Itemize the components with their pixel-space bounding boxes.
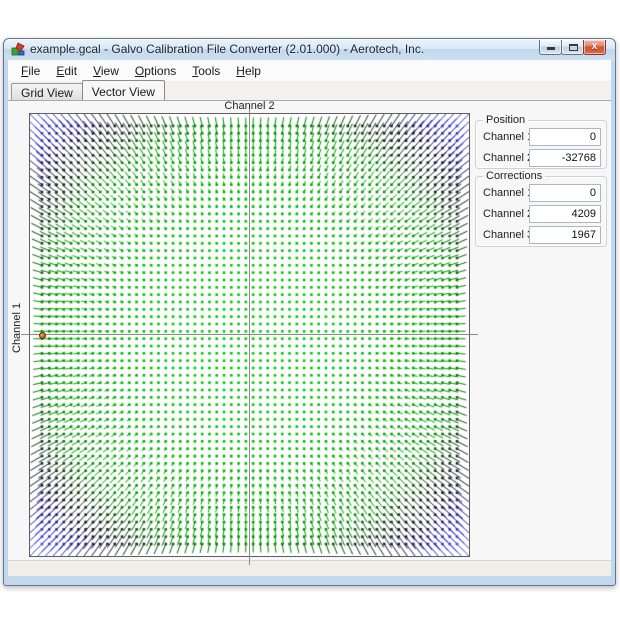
menu-file[interactable]: File (13, 62, 48, 80)
maximize-icon (569, 44, 578, 51)
y-axis-label: Channel 1 (11, 297, 25, 359)
status-strip (8, 560, 611, 576)
app-icon (11, 42, 25, 56)
corrections-channel2-input[interactable] (529, 205, 601, 223)
app-window: example.gcal - Galvo Calibration File Co… (3, 38, 616, 586)
menu-view[interactable]: View (85, 62, 127, 80)
position-marker (39, 332, 46, 339)
caption-buttons: x (540, 40, 606, 55)
corrections-channel2-row: Channel 2 (476, 205, 606, 223)
position-channel2-input[interactable] (529, 149, 601, 167)
maximize-button[interactable] (561, 40, 584, 55)
minimize-button[interactable] (539, 40, 562, 55)
tab-vector-view[interactable]: Vector View (82, 80, 165, 100)
close-icon: x (584, 41, 605, 52)
menu-tools[interactable]: Tools (184, 62, 228, 80)
position-channel1-label: Channel 1 (483, 131, 533, 143)
corrections-channel3-label: Channel 3 (483, 229, 533, 241)
vector-field-plot (29, 113, 470, 557)
close-button[interactable]: x (583, 40, 606, 55)
position-channel1-row: Channel 1 (476, 128, 606, 146)
corrections-group-title: Corrections (483, 170, 545, 182)
menu-bar: File Edit View Options Tools Help (8, 60, 611, 81)
corrections-channel3-row: Channel 3 (476, 226, 606, 244)
menu-options[interactable]: Options (127, 62, 184, 80)
position-channel1-input[interactable] (529, 128, 601, 146)
corrections-group: Corrections Channel 1 Channel 2 Channel … (475, 176, 607, 247)
position-fields: Channel 1 Channel 2 (476, 128, 606, 167)
vector-field-area (30, 114, 469, 556)
menu-edit[interactable]: Edit (48, 62, 85, 80)
position-group: Position Channel 1 Channel 2 (475, 120, 607, 169)
tab-strip: Grid View Vector View (8, 81, 611, 100)
position-channel2-label: Channel 2 (483, 152, 533, 164)
corrections-channel1-label: Channel 1 (483, 187, 533, 199)
position-group-title: Position (483, 114, 528, 126)
corrections-channel1-row: Channel 1 (476, 184, 606, 202)
title-bar[interactable]: example.gcal - Galvo Calibration File Co… (4, 39, 615, 60)
menu-help[interactable]: Help (228, 62, 269, 80)
position-channel2-row: Channel 2 (476, 149, 606, 167)
corrections-channel2-label: Channel 2 (483, 208, 533, 220)
tab-grid-view[interactable]: Grid View (11, 83, 83, 100)
window-title: example.gcal - Galvo Calibration File Co… (30, 42, 424, 56)
minimize-icon (547, 47, 555, 50)
corrections-fields: Channel 1 Channel 2 Channel 3 (476, 184, 606, 244)
corrections-channel1-input[interactable] (529, 184, 601, 202)
corrections-channel3-input[interactable] (529, 226, 601, 244)
x-axis-label: Channel 2 (29, 100, 470, 112)
vector-field-canvas[interactable] (30, 114, 469, 556)
